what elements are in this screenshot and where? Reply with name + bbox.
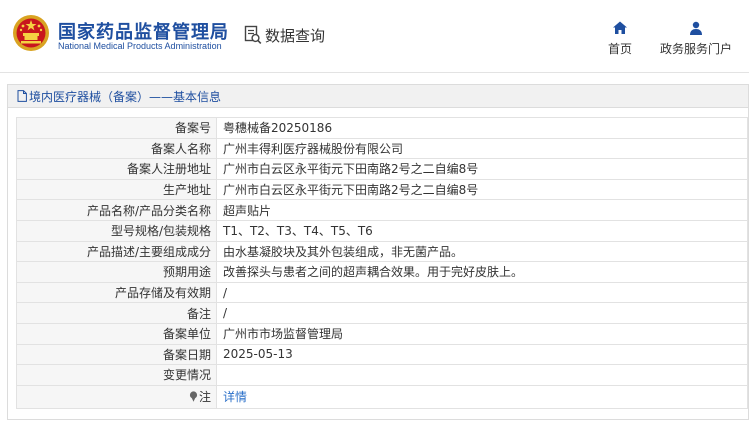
home-icon — [613, 21, 627, 34]
user-icon — [690, 21, 702, 35]
field-value: / — [216, 302, 748, 324]
table-row: 产品存储及有效期 / — [16, 281, 748, 304]
detail-link[interactable]: 详情 — [223, 390, 247, 404]
field-label: 产品存储及有效期 — [16, 281, 217, 304]
table-row: 产品名称/产品分类名称 超声贴片 — [16, 199, 748, 221]
field-value — [216, 364, 748, 386]
field-value: 广州市白云区永平街元下田南路2号之二自编8号 — [216, 178, 748, 201]
table-row: 备案人名称 广州丰得利医疗器械股份有限公司 — [16, 137, 748, 160]
field-label: 产品名称/产品分类名称 — [16, 199, 217, 221]
field-value: 由水基凝胶块及其外包装组成，非无菌产品。 — [216, 240, 748, 263]
field-value: 粤穗械备20250186 — [216, 117, 748, 139]
field-value: 2025-05-13 — [216, 343, 748, 366]
field-value: T1、T2、T3、T4、T5、T6 — [216, 219, 748, 242]
panel-header: 境内医疗器械（备案）——基本信息 — [8, 85, 748, 108]
table-row: 备案人注册地址 广州市白云区永平街元下田南路2号之二自编8号 — [16, 158, 748, 180]
table-row: 预期用途 改善探头与患者之间的超声耦合效果。用于完好皮肤上。 — [16, 261, 748, 283]
nav-service-portal-label: 政务服务门户 — [659, 42, 732, 56]
panel-title: 境内医疗器械（备案）——基本信息 — [29, 89, 222, 104]
note-label-cell: 注 — [16, 384, 217, 409]
field-label: 变更情况 — [16, 364, 217, 386]
site-name-en: National Medical Products Administration — [58, 41, 222, 51]
national-emblem-logo[interactable] — [12, 14, 50, 52]
site-header: 国家药品监督管理局 National Medical Products Admi… — [0, 0, 749, 72]
record-info-table: 备案号 粤穗械备20250186 备案人名称 广州丰得利医疗器械股份有限公司 备案人注册… — [16, 117, 748, 409]
field-label: 预期用途 — [16, 261, 217, 283]
field-label: 备注 — [16, 302, 217, 324]
field-value: 广州市市场监督管理局 — [216, 322, 748, 345]
field-value: 广州市白云区永平街元下田南路2号之二自编8号 — [216, 158, 748, 180]
field-label: 备案人名称 — [16, 137, 217, 160]
field-value: 超声贴片 — [216, 199, 748, 221]
table-row: 备注 / — [16, 302, 748, 324]
data-query-link[interactable]: 数据查询 — [244, 24, 325, 46]
header-divider — [0, 72, 749, 73]
field-value: 广州丰得利医疗器械股份有限公司 — [216, 137, 748, 160]
nav-home-label: 首页 — [607, 42, 632, 56]
note-label: 注 — [198, 390, 211, 405]
note-value-cell: 详情 — [216, 384, 748, 409]
record-panel: 境内医疗器械（备案）——基本信息 备案号 粤穗械备20250186 备案人名称 广州丰… — [7, 84, 749, 420]
field-label: 型号规格/包装规格 — [16, 219, 217, 242]
table-row: 型号规格/包装规格 T1、T2、T3、T4、T5、T6 — [16, 219, 748, 242]
table-row: 产品描述/主要组成成分 由水基凝胶块及其外包装组成，非无菌产品。 — [16, 240, 748, 263]
table-row: 备案号 粤穗械备20250186 — [16, 117, 748, 139]
data-query-icon — [244, 25, 262, 44]
field-label: 备案号 — [16, 117, 217, 139]
data-query-label: 数据查询 — [265, 26, 326, 45]
field-value: 改善探头与患者之间的超声耦合效果。用于完好皮肤上。 — [216, 261, 748, 283]
field-label: 备案日期 — [16, 343, 217, 366]
document-icon — [17, 90, 27, 102]
table-row: 备案单位 广州市市场监督管理局 — [16, 322, 748, 345]
table-row: 备案日期 2025-05-13 — [16, 343, 748, 366]
table-row: 生产地址 广州市白云区永平街元下田南路2号之二自编8号 — [16, 178, 748, 201]
field-label: 生产地址 — [16, 178, 217, 201]
nav-home[interactable]: 首页 — [604, 20, 636, 57]
field-value: / — [216, 281, 748, 304]
table-row: 变更情况 — [16, 364, 748, 386]
field-label: 备案人注册地址 — [16, 158, 217, 180]
pin-icon — [189, 391, 198, 403]
field-label: 产品描述/主要组成成分 — [16, 240, 217, 263]
nav-service-portal[interactable]: 政务服务门户 — [656, 20, 736, 57]
field-label: 备案单位 — [16, 322, 217, 345]
note-row: 注详情 — [16, 384, 748, 409]
